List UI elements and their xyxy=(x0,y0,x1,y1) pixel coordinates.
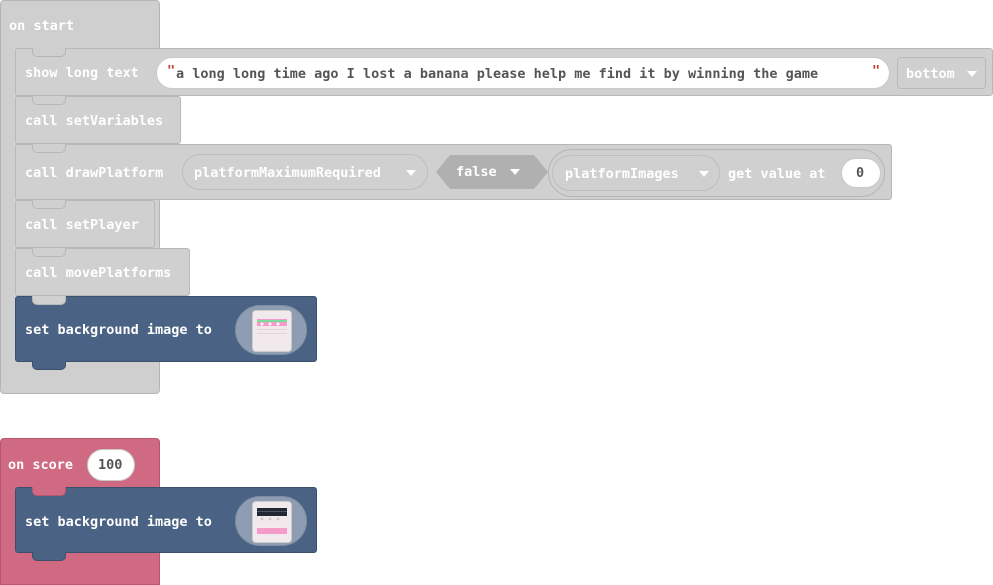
on-start-label: on start xyxy=(9,18,75,34)
call-draw-platform-block[interactable]: call drawPlatform platformMaximumRequire… xyxy=(15,144,892,200)
call-set-variables-label: call setVariables xyxy=(25,113,164,129)
get-value-at-label: get value at xyxy=(728,166,826,182)
set-background-image-block-start[interactable]: set background image to xyxy=(15,296,317,370)
index-input[interactable]: 0 xyxy=(841,158,881,188)
text-position-dropdown[interactable]: bottom xyxy=(897,57,986,89)
show-long-text-block[interactable]: show long text " a long long time ago I … xyxy=(15,48,993,96)
long-text-value: a long long time ago I lost a banana ple… xyxy=(176,66,819,82)
background-image-picker[interactable] xyxy=(235,305,307,355)
call-set-variables-block[interactable]: call setVariables xyxy=(15,96,181,144)
long-text-input[interactable]: " a long long time ago I lost a banana p… xyxy=(156,57,890,89)
score-value: 100 xyxy=(98,457,123,473)
index-value: 0 xyxy=(856,165,865,181)
platform-maximum-variable[interactable]: platformMaximumRequired xyxy=(182,154,428,190)
set-background-label: set background image to xyxy=(25,514,212,530)
platform-maximum-label: platformMaximumRequired xyxy=(194,165,381,181)
false-label: false xyxy=(456,164,497,180)
platform-images-variable[interactable]: platformImages xyxy=(552,155,720,191)
false-boolean-dropdown[interactable]: false xyxy=(436,155,548,189)
set-background-label: set background image to xyxy=(25,322,212,338)
pink-pattern-icon xyxy=(253,311,291,351)
close-quote: " xyxy=(872,63,881,79)
call-draw-platform-label: call drawPlatform xyxy=(25,165,164,181)
dark-pink-pattern-icon xyxy=(253,502,291,542)
background-image-picker[interactable] xyxy=(235,496,307,546)
open-quote: " xyxy=(167,63,176,79)
call-move-platforms-block[interactable]: call movePlatforms xyxy=(15,248,190,296)
array-get-value-block[interactable]: platformImages get value at 0 xyxy=(548,149,885,197)
background-image-thumbnail xyxy=(252,310,292,352)
chevron-down-icon xyxy=(406,170,416,176)
background-image-thumbnail xyxy=(252,501,292,543)
chevron-down-icon xyxy=(699,171,709,177)
text-position-value: bottom xyxy=(906,66,955,82)
chevron-down-icon xyxy=(510,169,520,175)
set-background-image-block-score[interactable]: set background image to xyxy=(15,487,317,561)
show-long-text-label: show long text xyxy=(25,65,139,81)
platform-images-label: platformImages xyxy=(565,166,679,182)
call-set-player-label: call setPlayer xyxy=(25,217,139,233)
chevron-down-icon xyxy=(967,71,977,77)
on-score-label: on score xyxy=(8,457,74,473)
score-value-input[interactable]: 100 xyxy=(87,449,135,481)
call-set-player-block[interactable]: call setPlayer xyxy=(15,200,155,248)
call-move-platforms-label: call movePlatforms xyxy=(25,265,172,281)
